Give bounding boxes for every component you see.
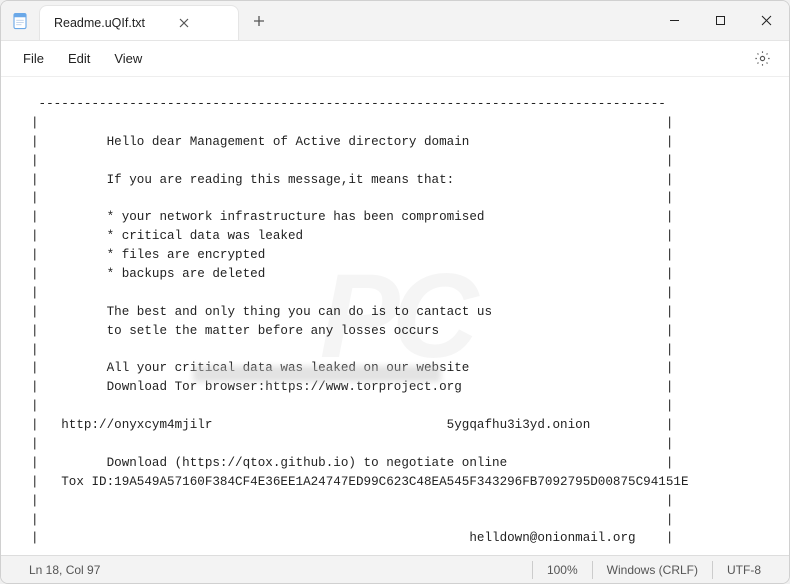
notepad-icon bbox=[1, 1, 39, 40]
menu-view[interactable]: View bbox=[104, 47, 152, 70]
document-content: ----------------------------------------… bbox=[31, 95, 759, 555]
statusbar: Ln 18, Col 97 100% Windows (CRLF) UTF-8 bbox=[1, 555, 789, 583]
window-controls bbox=[651, 1, 789, 40]
status-encoding[interactable]: UTF-8 bbox=[713, 556, 775, 583]
menu-file[interactable]: File bbox=[13, 47, 54, 70]
status-position[interactable]: Ln 18, Col 97 bbox=[15, 556, 114, 583]
notepad-window: Readme.uQIf.txt File Edit View bbox=[0, 0, 790, 584]
tab-title: Readme.uQIf.txt bbox=[54, 16, 145, 30]
tab-active[interactable]: Readme.uQIf.txt bbox=[39, 5, 239, 40]
maximize-button[interactable] bbox=[697, 1, 743, 40]
close-window-button[interactable] bbox=[743, 1, 789, 40]
status-zoom[interactable]: 100% bbox=[533, 556, 592, 583]
text-area[interactable]: PC -------------------------------------… bbox=[1, 77, 789, 555]
minimize-button[interactable] bbox=[651, 1, 697, 40]
menubar: File Edit View bbox=[1, 41, 789, 77]
settings-button[interactable] bbox=[747, 44, 777, 74]
titlebar: Readme.uQIf.txt bbox=[1, 1, 789, 41]
close-tab-icon[interactable] bbox=[173, 12, 195, 34]
status-line-ending[interactable]: Windows (CRLF) bbox=[593, 556, 712, 583]
menu-edit[interactable]: Edit bbox=[58, 47, 100, 70]
new-tab-button[interactable] bbox=[239, 1, 279, 40]
